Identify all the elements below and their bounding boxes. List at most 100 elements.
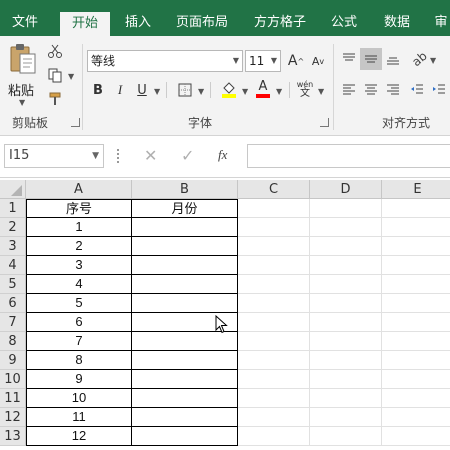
decrease-indent-button[interactable]: [406, 79, 428, 101]
font-color-chevron-down-icon[interactable]: ▼: [276, 87, 282, 96]
table-cell[interactable]: 7: [26, 331, 132, 351]
column-header-e[interactable]: E: [382, 180, 450, 199]
row-header[interactable]: 4: [0, 256, 26, 275]
align-left-button[interactable]: [338, 79, 360, 101]
table-cell[interactable]: 2: [26, 236, 132, 256]
table-cell[interactable]: [131, 274, 238, 294]
tab-formulas[interactable]: 公式: [322, 10, 366, 36]
table-cell[interactable]: 月份: [131, 199, 238, 218]
tab-page-layout[interactable]: 页面布局: [168, 10, 236, 36]
column-header-a[interactable]: A: [26, 180, 132, 199]
align-bottom-button[interactable]: [382, 48, 404, 70]
row-header[interactable]: 1: [0, 199, 26, 218]
table-cell[interactable]: [238, 427, 310, 446]
enter-icon[interactable]: ✓: [181, 146, 194, 165]
tab-home[interactable]: 开始: [60, 12, 110, 36]
bold-button[interactable]: B: [87, 79, 109, 101]
table-cell[interactable]: [238, 389, 310, 408]
grow-font-button[interactable]: A ^: [285, 50, 307, 72]
align-top-button[interactable]: [338, 48, 360, 70]
font-launcher-icon[interactable]: [320, 118, 329, 127]
row-header[interactable]: 5: [0, 275, 26, 294]
tab-data[interactable]: 数据: [374, 10, 420, 36]
italic-button[interactable]: I: [109, 79, 131, 101]
table-cell[interactable]: 3: [26, 255, 132, 275]
table-cell[interactable]: 12: [26, 426, 132, 446]
table-cell[interactable]: [310, 275, 382, 294]
table-cell[interactable]: [238, 256, 310, 275]
table-cell[interactable]: [238, 313, 310, 332]
table-cell[interactable]: [131, 293, 238, 313]
tab-insert[interactable]: 插入: [114, 10, 162, 36]
table-cell[interactable]: [310, 389, 382, 408]
table-cell[interactable]: [382, 389, 450, 408]
phonetic-guide-button[interactable]: wén 文: [294, 78, 316, 100]
table-cell[interactable]: 序号: [26, 199, 132, 218]
fill-color-chevron-down-icon[interactable]: ▼: [242, 87, 248, 96]
table-cell[interactable]: [238, 332, 310, 351]
table-cell[interactable]: 11: [26, 407, 132, 427]
cut-button[interactable]: [44, 40, 66, 62]
name-box[interactable]: I15 ▼: [4, 144, 104, 168]
table-cell[interactable]: [310, 199, 382, 218]
table-cell[interactable]: [131, 217, 238, 237]
copy-button[interactable]: [44, 64, 66, 86]
font-name-select[interactable]: 等线 ▼: [87, 50, 243, 72]
orientation-chevron-down-icon[interactable]: ▼: [430, 56, 436, 65]
table-cell[interactable]: 1: [26, 217, 132, 237]
table-cell[interactable]: 10: [26, 388, 132, 408]
table-cell[interactable]: [310, 351, 382, 370]
column-header-c[interactable]: C: [238, 180, 310, 199]
select-all-corner[interactable]: [0, 180, 26, 199]
table-cell[interactable]: [131, 236, 238, 256]
underline-button[interactable]: U: [131, 79, 153, 101]
table-cell[interactable]: [131, 369, 238, 389]
table-cell[interactable]: [382, 275, 450, 294]
worksheet-grid[interactable]: A B C D E 1 序号 月份 2 1 3 2 4 3 5 4 6 5 7 6 8 7 9 8 10 9 11 10 12…: [0, 180, 450, 450]
format-painter-button[interactable]: [44, 88, 66, 110]
table-cell[interactable]: [382, 218, 450, 237]
table-cell[interactable]: [310, 332, 382, 351]
row-header[interactable]: 7: [0, 313, 26, 332]
table-cell[interactable]: [238, 351, 310, 370]
table-cell[interactable]: [238, 199, 310, 218]
table-cell[interactable]: [131, 426, 238, 446]
table-cell[interactable]: 5: [26, 293, 132, 313]
paste-button[interactable]: 粘贴 ▼: [6, 42, 40, 107]
tab-fangfang[interactable]: 方方格子: [246, 10, 314, 36]
row-header[interactable]: 6: [0, 294, 26, 313]
increase-indent-button[interactable]: [428, 79, 450, 101]
font-color-button[interactable]: A: [252, 78, 274, 100]
table-cell[interactable]: [382, 237, 450, 256]
borders-chevron-down-icon[interactable]: ▼: [198, 87, 204, 96]
tab-file[interactable]: 文件: [0, 10, 50, 36]
table-cell[interactable]: [310, 294, 382, 313]
clipboard-launcher-icon[interactable]: [71, 118, 80, 127]
table-cell[interactable]: [131, 350, 238, 370]
row-header[interactable]: 3: [0, 237, 26, 256]
table-cell[interactable]: [131, 388, 238, 408]
row-header[interactable]: 2: [0, 218, 26, 237]
align-right-button[interactable]: [382, 79, 404, 101]
tab-review[interactable]: 审: [432, 10, 450, 36]
formula-input[interactable]: [247, 144, 450, 168]
table-cell[interactable]: 4: [26, 274, 132, 294]
table-cell[interactable]: [382, 332, 450, 351]
copy-chevron-down-icon[interactable]: ▼: [68, 72, 74, 81]
table-cell[interactable]: [382, 294, 450, 313]
table-cell[interactable]: [310, 313, 382, 332]
table-cell[interactable]: [310, 256, 382, 275]
font-size-select[interactable]: 11 ▼: [245, 50, 281, 72]
table-cell[interactable]: [310, 427, 382, 446]
table-cell[interactable]: [382, 427, 450, 446]
table-cell[interactable]: [238, 275, 310, 294]
table-cell[interactable]: [310, 370, 382, 389]
cancel-icon[interactable]: ✕: [144, 146, 157, 165]
row-header[interactable]: 8: [0, 332, 26, 351]
table-cell[interactable]: [238, 237, 310, 256]
table-cell[interactable]: [382, 256, 450, 275]
row-header[interactable]: 10: [0, 370, 26, 389]
fill-color-button[interactable]: [218, 78, 240, 100]
table-cell[interactable]: [238, 408, 310, 427]
row-header[interactable]: 11: [0, 389, 26, 408]
